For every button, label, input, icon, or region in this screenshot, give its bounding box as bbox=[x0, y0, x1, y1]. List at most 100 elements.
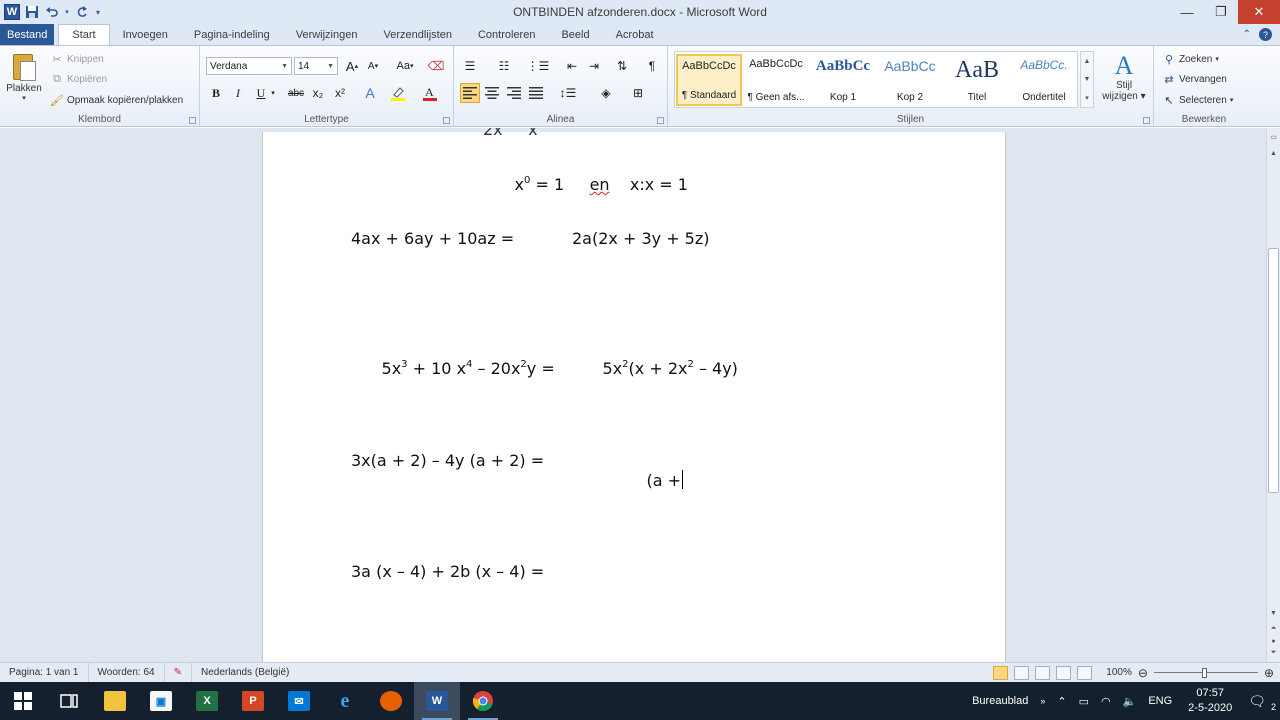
font-launcher-icon[interactable] bbox=[443, 117, 450, 124]
battery-icon[interactable]: ▭ bbox=[1073, 682, 1095, 720]
clear-formatting-icon[interactable]: ⌫ bbox=[426, 56, 446, 76]
desktop-toolbar[interactable]: Bureaublad» bbox=[966, 682, 1051, 720]
tab-invoegen[interactable]: Invoegen bbox=[110, 24, 181, 45]
page-count[interactable]: Pagina: 1 van 1 bbox=[0, 662, 89, 683]
multilevel-list-icon[interactable]: ⋮☰ bbox=[527, 56, 550, 76]
copy-button[interactable]: ⧉ Kopiëren bbox=[50, 70, 107, 88]
tab-verzendlijsten[interactable]: Verzendlijsten bbox=[370, 24, 465, 45]
decrease-indent-icon[interactable]: ⇤ bbox=[562, 56, 582, 76]
font-color-icon[interactable]: A bbox=[420, 83, 440, 103]
strikethrough-button[interactable]: abc bbox=[284, 83, 308, 103]
word-count[interactable]: Woorden: 64 bbox=[89, 662, 165, 683]
tab-bestand[interactable]: Bestand bbox=[0, 24, 55, 45]
borders-icon[interactable]: ⊞ bbox=[628, 83, 648, 103]
language-indicator[interactable]: Nederlands (België) bbox=[192, 663, 298, 683]
outline-view-icon[interactable] bbox=[1056, 665, 1072, 680]
align-right-icon[interactable] bbox=[504, 83, 524, 103]
shading-icon[interactable]: ◈ bbox=[596, 83, 616, 103]
firefox-icon[interactable] bbox=[368, 682, 414, 720]
undo-dropdown-icon[interactable]: ▾ bbox=[62, 2, 72, 22]
scroll-down-icon[interactable]: ▼ bbox=[1267, 606, 1280, 620]
chrome-icon[interactable] bbox=[460, 682, 506, 720]
show-hidden-icons[interactable]: ⌃ bbox=[1051, 682, 1072, 720]
powerpoint-icon[interactable]: P bbox=[230, 682, 276, 720]
style-titel[interactable]: AaB Titel bbox=[944, 54, 1010, 106]
font-name-combo[interactable]: Verdana ▼ bbox=[206, 57, 292, 75]
superscript-button[interactable]: x² bbox=[330, 83, 350, 103]
align-center-icon[interactable] bbox=[482, 83, 502, 103]
zoom-level[interactable]: 100% bbox=[1106, 667, 1132, 678]
mail-icon[interactable]: ✉ bbox=[276, 682, 322, 720]
full-screen-reading-view-icon[interactable] bbox=[1014, 665, 1030, 680]
scroll-thumb[interactable] bbox=[1268, 248, 1279, 493]
italic-button[interactable]: I bbox=[228, 83, 248, 103]
show-formatting-icon[interactable]: ¶ bbox=[642, 56, 662, 76]
style-standaard[interactable]: AaBbCcDc ¶ Standaard bbox=[676, 54, 742, 106]
align-left-icon[interactable] bbox=[460, 83, 480, 103]
scroll-up-icon[interactable]: ▲ bbox=[1267, 146, 1280, 160]
document-page[interactable]: 2x x x0 = 1 en x:x = 1 4ax + 6ay + 10az … bbox=[262, 128, 1006, 662]
gallery-more-icon[interactable]: ▾ bbox=[1085, 94, 1089, 102]
change-styles-button[interactable]: A Stijl wijzigen ▾ bbox=[1098, 52, 1150, 103]
bullets-icon[interactable]: ☰ bbox=[460, 56, 480, 76]
styles-launcher-icon[interactable] bbox=[1143, 117, 1150, 124]
vertical-scrollbar[interactable]: ▭ ▲ ▼ ⏶ ● ⏷ bbox=[1266, 128, 1280, 662]
gallery-up-icon[interactable]: ▲ bbox=[1084, 58, 1091, 65]
paragraph-launcher-icon[interactable] bbox=[657, 117, 664, 124]
zoom-slider-thumb[interactable] bbox=[1201, 667, 1207, 678]
subscript-button[interactable]: x₂ bbox=[308, 83, 328, 103]
draft-view-icon[interactable] bbox=[1077, 665, 1093, 680]
close-icon[interactable]: ✕ bbox=[1238, 0, 1280, 24]
clipboard-launcher-icon[interactable] bbox=[189, 117, 196, 124]
tab-acrobat[interactable]: Acrobat bbox=[603, 24, 667, 45]
underline-dropdown-icon[interactable]: ▾ bbox=[268, 83, 278, 103]
word-icon[interactable]: W bbox=[414, 682, 460, 720]
zoom-slider[interactable] bbox=[1153, 667, 1258, 678]
minimize-ribbon-icon[interactable]: ⌃ bbox=[1243, 29, 1251, 40]
notification-center-icon[interactable]: 🗨 2 bbox=[1242, 682, 1280, 720]
style-kop-1[interactable]: AaBbCc Kop 1 bbox=[810, 54, 876, 106]
file-explorer-icon[interactable] bbox=[92, 682, 138, 720]
gallery-down-icon[interactable]: ▼ bbox=[1084, 76, 1091, 83]
volume-icon[interactable]: 🔈 bbox=[1117, 682, 1143, 720]
redo-icon[interactable] bbox=[72, 2, 92, 22]
justify-icon[interactable] bbox=[526, 83, 546, 103]
tab-pagina-indeling[interactable]: Pagina-indeling bbox=[181, 24, 283, 45]
start-icon[interactable] bbox=[0, 682, 46, 720]
paste-button[interactable]: Plakken ▾ bbox=[4, 51, 44, 102]
bold-button[interactable]: B bbox=[206, 83, 226, 103]
clock[interactable]: 07:57 2-5-2020 bbox=[1178, 686, 1242, 716]
tab-controleren[interactable]: Controleren bbox=[465, 24, 548, 45]
store-icon[interactable]: ▣ bbox=[138, 682, 184, 720]
zoom-out-icon[interactable]: ⊖ bbox=[1138, 666, 1148, 680]
tab-beeld[interactable]: Beeld bbox=[548, 24, 602, 45]
tab-verwijzingen[interactable]: Verwijzingen bbox=[283, 24, 371, 45]
wifi-icon[interactable]: ◠ bbox=[1095, 682, 1117, 720]
task-view-icon[interactable] bbox=[46, 682, 92, 720]
undo-icon[interactable] bbox=[42, 2, 62, 22]
replace-button[interactable]: ⇄ Vervangen bbox=[1162, 70, 1226, 88]
styles-gallery-scroll[interactable]: ▲ ▼ ▾ bbox=[1080, 51, 1094, 108]
tab-start[interactable]: Start bbox=[58, 24, 110, 45]
restore-icon[interactable]: ❐ bbox=[1204, 0, 1238, 24]
change-case-button[interactable]: Aa ▾ bbox=[392, 56, 418, 76]
text-effects-icon[interactable]: A bbox=[360, 83, 380, 103]
style-kop-2[interactable]: AaBbCc Kop 2 bbox=[877, 54, 943, 106]
web-layout-view-icon[interactable] bbox=[1035, 665, 1051, 680]
save-icon[interactable] bbox=[22, 2, 42, 22]
minimize-icon[interactable]: — bbox=[1170, 0, 1204, 24]
word-app-icon[interactable]: W bbox=[2, 2, 22, 22]
line-spacing-icon[interactable]: ↕☰ bbox=[558, 83, 578, 103]
proofing-icon[interactable]: ✎ bbox=[165, 662, 192, 683]
print-layout-view-icon[interactable] bbox=[993, 665, 1009, 680]
numbering-icon[interactable]: ☷ bbox=[494, 56, 514, 76]
help-icon[interactable]: ? bbox=[1259, 28, 1272, 41]
shrink-font-button[interactable]: A ▾ bbox=[363, 56, 383, 76]
ruler-toggle-icon[interactable]: ▭ bbox=[1267, 130, 1280, 144]
highlight-color-icon[interactable] bbox=[388, 83, 408, 103]
internet-explorer-icon[interactable]: e bbox=[322, 682, 368, 720]
customize-qat-icon[interactable]: ▾ bbox=[92, 2, 104, 22]
style-ondertitel[interactable]: AaBbCc. Ondertitel bbox=[1011, 54, 1077, 106]
zoom-in-icon[interactable]: ⊕ bbox=[1264, 666, 1274, 680]
sort-icon[interactable]: ⇅ bbox=[612, 56, 632, 76]
